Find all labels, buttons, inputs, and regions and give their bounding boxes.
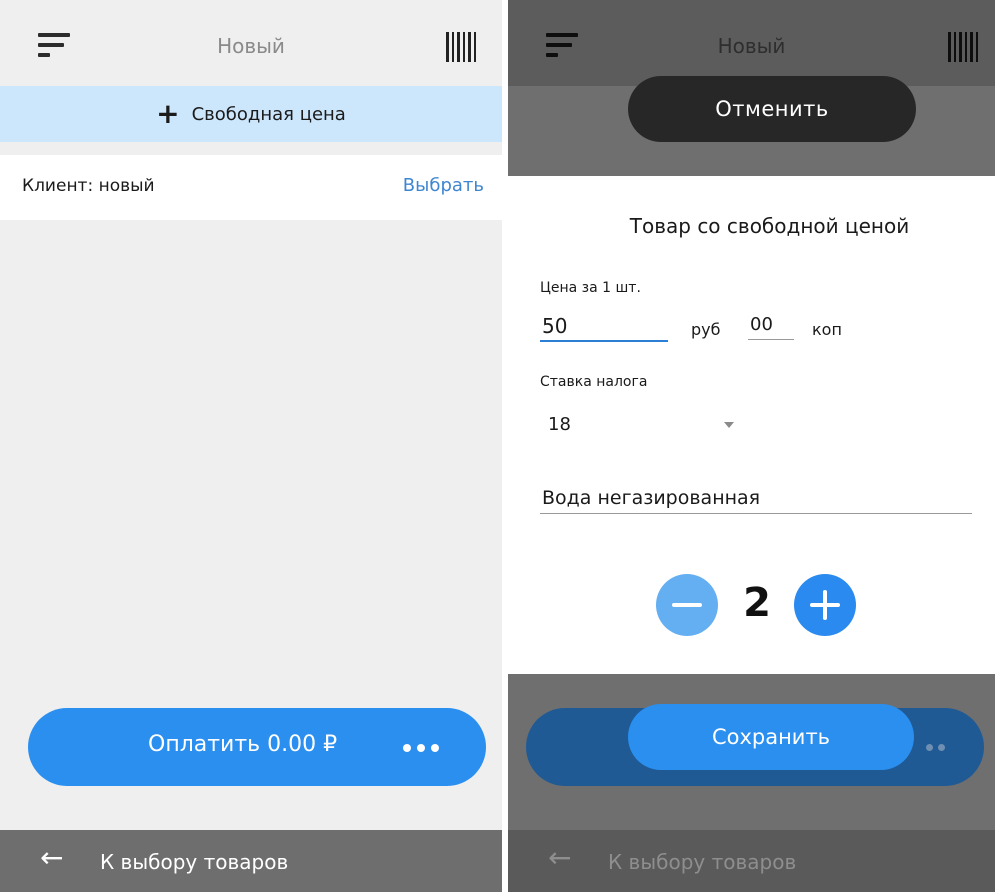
minus-icon — [672, 603, 702, 607]
back-to-products-label: К выбору товаров — [100, 850, 289, 874]
pay-button[interactable]: Оплатить 0.00 ₽ — [28, 708, 486, 786]
kop-unit: коп — [812, 320, 842, 339]
tax-rate-select[interactable]: 18 — [540, 410, 740, 442]
barcode-icon[interactable] — [446, 32, 476, 62]
page-title: Новый — [217, 34, 285, 58]
product-name-input[interactable] — [540, 482, 972, 514]
save-button[interactable]: Сохранить — [628, 704, 914, 770]
quantity-value: 2 — [743, 580, 771, 626]
save-label: Сохранить — [711, 725, 831, 749]
price-rub-input[interactable] — [540, 312, 668, 342]
free-price-button[interactable]: + Свободная цена — [0, 86, 502, 142]
top-bar-dimmed: Новый — [508, 0, 995, 86]
back-to-products-bar[interactable]: ← К выбору товаров — [0, 830, 502, 892]
increase-quantity-button[interactable] — [794, 574, 856, 636]
back-to-products-label: К выбору товаров — [608, 850, 797, 874]
tax-label: Ставка налога — [540, 374, 648, 390]
cancel-label: Отменить — [715, 97, 829, 121]
client-label: Клиент: новый — [22, 176, 155, 196]
back-to-products-bar-dimmed: ← К выбору товаров — [508, 830, 995, 892]
price-kop-input[interactable] — [748, 310, 794, 340]
page-title: Новый — [717, 34, 786, 58]
barcode-icon — [948, 32, 978, 62]
dropdown-caret-icon — [724, 422, 734, 428]
client-row: Клиент: новый Выбрать — [0, 155, 502, 220]
tax-rate-value: 18 — [548, 414, 571, 435]
main-screen: Новый + Свободная цена Клиент: новый Выб… — [0, 0, 502, 892]
decrease-quantity-button[interactable] — [656, 574, 718, 636]
choose-client-link[interactable]: Выбрать — [403, 175, 484, 196]
cancel-button[interactable]: Отменить — [628, 76, 916, 142]
arrow-left-icon: ← — [40, 841, 64, 874]
price-label: Цена за 1 шт. — [540, 280, 641, 296]
more-dots-icon — [926, 744, 956, 752]
arrow-left-icon: ← — [548, 841, 572, 874]
dialog-title: Товар со свободной ценой — [629, 214, 910, 238]
rub-unit: руб — [691, 320, 721, 339]
more-dots-icon[interactable] — [403, 744, 441, 752]
plus-icon: + — [156, 97, 180, 130]
pay-label: Оплатить 0.00 ₽ — [148, 732, 338, 757]
free-price-label: Свободная цена — [191, 103, 346, 125]
top-bar: Новый — [0, 0, 502, 86]
free-price-dialog-screen: Новый Отменить Товар со свободной ценой … — [508, 0, 995, 892]
